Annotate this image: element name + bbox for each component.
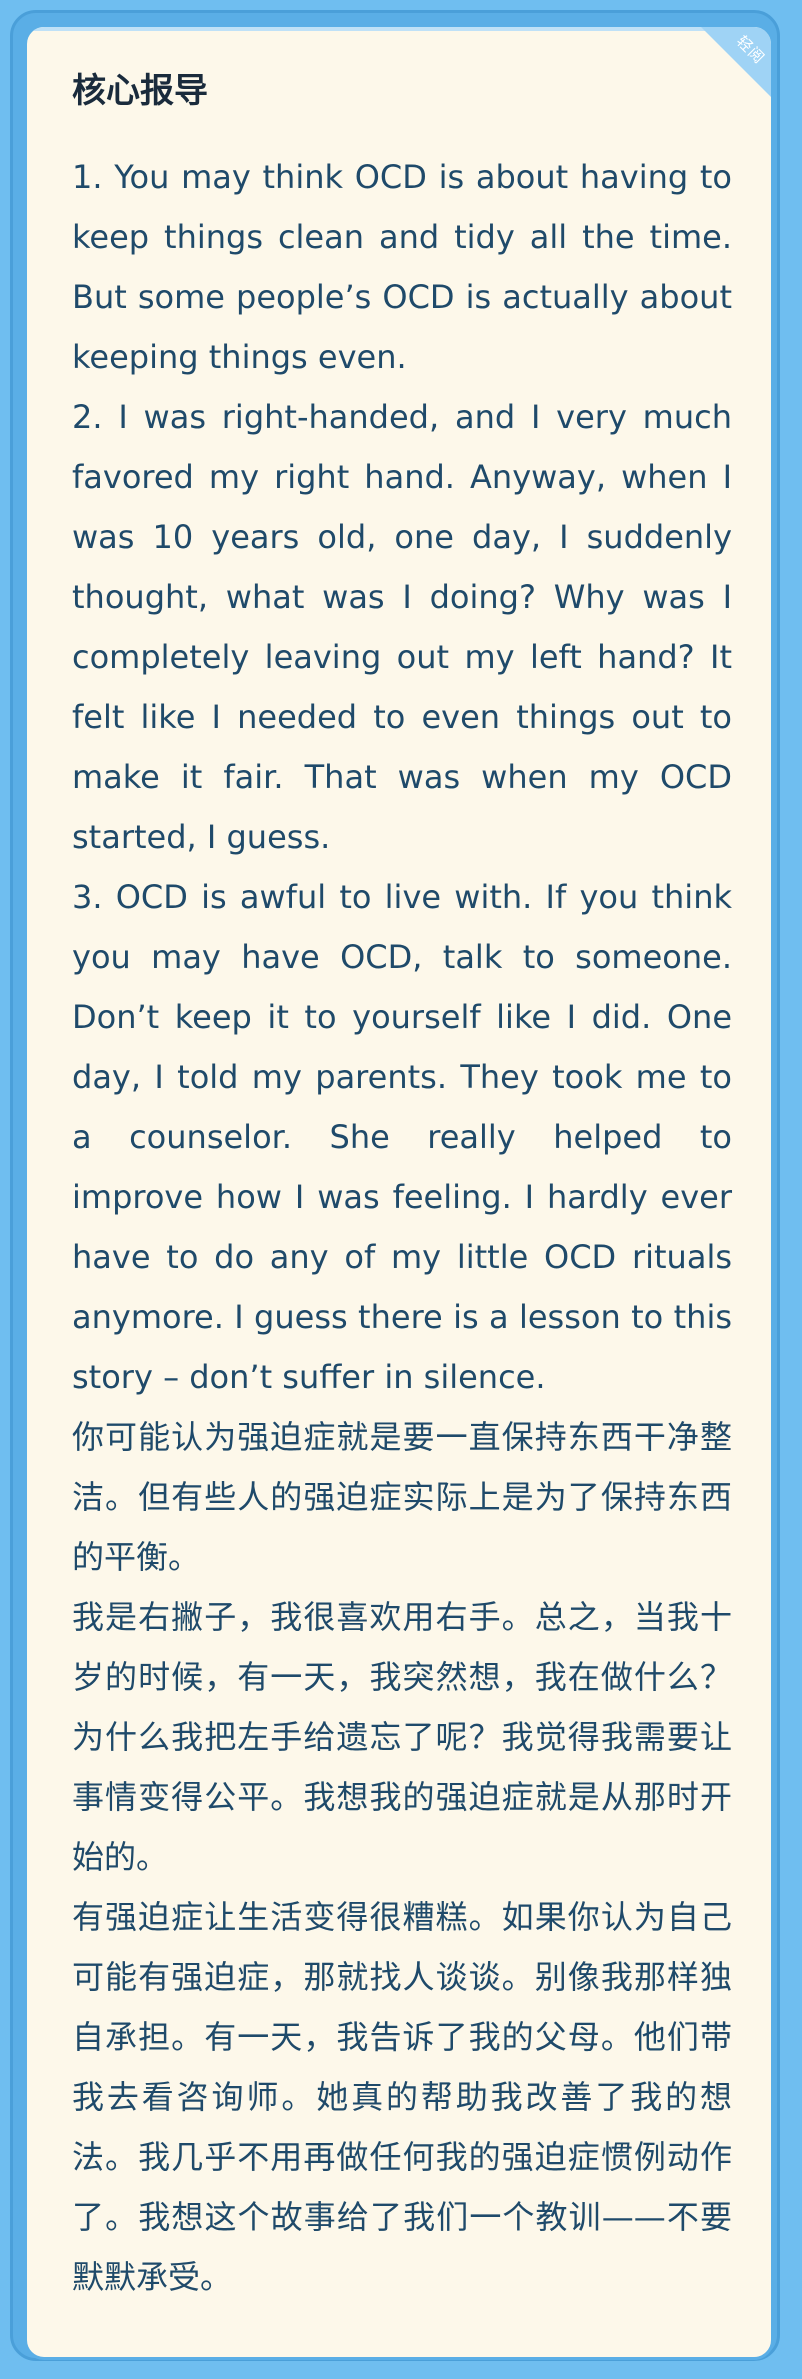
english-paragraph-2: 2. I was right-handed, and I very much f… <box>72 398 732 856</box>
top-border-line <box>27 27 771 31</box>
chinese-paragraph-2: 我是右撇子，我很喜欢用右手。总之，当我十岁的时候，有一天，我突然想，我在做什么？… <box>72 1598 732 1876</box>
chinese-paragraph-1: 你可能认为强迫症就是要一直保持东西干净整洁。但有些人的强迫症实际上是为了保持东西… <box>72 1418 732 1576</box>
english-paragraph-3: 3. OCD is awful to live with. If you thi… <box>72 878 732 1396</box>
article-body: 1. You may think OCD is about having to … <box>72 147 732 2307</box>
english-paragraph-1: 1. You may think OCD is about having to … <box>72 158 732 376</box>
chinese-paragraph-3: 有强迫症让生活变得很糟糕。如果你认为自己可能有强迫症，那就找人谈谈。别像我那样独… <box>72 1898 732 2296</box>
article-card: 轻阅 核心报导 1. You may think OCD is about ha… <box>24 24 774 2360</box>
section-title: 核心报导 <box>72 71 208 111</box>
